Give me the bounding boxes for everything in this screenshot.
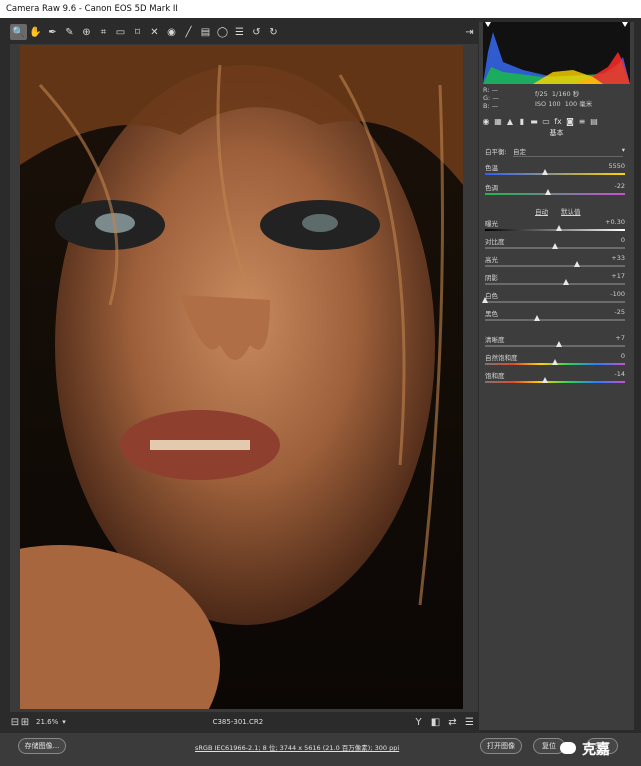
radial-filter-icon[interactable]: ◯ (214, 24, 231, 40)
adjustment-brush-icon[interactable]: ╱ (180, 24, 197, 40)
focal-length: 100 毫米 (564, 100, 593, 108)
panel-tabs: ◉ ▦ ▲ ▮ ▬ ▭ fx ◙ ≡ ▤ (481, 115, 632, 127)
wechat-logo-icon (560, 742, 576, 754)
exposure-slider[interactable] (556, 225, 563, 231)
open-panel-icon[interactable]: ⇥ (461, 24, 478, 40)
rotate-cw-icon[interactable]: ↻ (265, 24, 282, 40)
split-toning-tab-icon[interactable]: ▬ (529, 117, 539, 126)
bottom-bar: 存储图像... sRGB IEC61966-2.1; 8 位; 3744 x 5… (0, 733, 641, 766)
iso: ISO 100 (535, 100, 561, 108)
presets-tab-icon[interactable]: ≡ (577, 117, 587, 126)
snapshots-tab-icon[interactable]: ▤ (589, 117, 599, 126)
chevron-down-icon[interactable]: ▾ (622, 146, 625, 154)
status-bar: ⊟ ⊞ 21.6% ▾ C385-301.CR2 Y ◧ ⇄ ☰ (10, 713, 478, 731)
default-link[interactable]: 默认值 (561, 206, 581, 216)
shutter: 1/160 秒 (551, 90, 580, 98)
fx-tab-icon[interactable]: fx (553, 117, 563, 126)
blacks-slider[interactable] (533, 315, 540, 321)
auto-link[interactable]: 自动 (535, 206, 548, 216)
aperture: f/25 (535, 90, 548, 98)
tint-slider[interactable] (545, 189, 551, 195)
clarity-slider[interactable] (556, 341, 563, 347)
straighten-icon[interactable]: ▭ (112, 24, 129, 40)
hand-icon[interactable]: ✋ (27, 24, 44, 40)
lens-tab-icon[interactable]: ▭ (541, 117, 551, 126)
crop-icon[interactable]: ⌗ (95, 24, 112, 40)
detail-tab-icon[interactable]: ▲ (505, 117, 515, 126)
tone-curve-tab-icon[interactable]: ▦ (493, 117, 503, 126)
contrast-slider[interactable] (552, 243, 558, 249)
workflow-options-link[interactable]: sRGB IEC61966-2.1; 8 位; 3744 x 5616 (21.… (195, 742, 399, 752)
basic-tab-icon[interactable]: ◉ (481, 117, 491, 126)
filename: C385-301.CR2 (212, 718, 264, 726)
open-image-button[interactable]: 打开图像 (480, 738, 522, 754)
right-panel: R: — G: — B: — f/25 1/160 秒 ISO 100 100 … (479, 22, 634, 730)
white-balance-select[interactable]: 自定 (513, 146, 623, 157)
camera-info: R: — G: — B: — f/25 1/160 秒 ISO 100 100 … (483, 86, 593, 110)
red-eye-icon[interactable]: ◉ (163, 24, 180, 40)
graduated-filter-icon[interactable]: ▤ (197, 24, 214, 40)
highlights-slider[interactable] (574, 261, 581, 267)
watermark-text: 克嘉 (582, 742, 610, 758)
shadows-slider[interactable] (563, 279, 570, 285)
section-title: 基本 (549, 129, 564, 137)
before-after-icon[interactable]: ◧ (427, 714, 444, 730)
y-icon[interactable]: Y (410, 714, 427, 730)
swap-icon[interactable]: ⇄ (444, 714, 461, 730)
rotate-ccw-icon[interactable]: ↺ (248, 24, 265, 40)
histogram (483, 22, 630, 84)
whites-slider[interactable] (482, 297, 488, 303)
color-sampler-icon[interactable]: ✎ (61, 24, 78, 40)
temp-slider[interactable] (542, 169, 549, 175)
zoom-out-icon[interactable]: ⊟ (10, 714, 20, 730)
settings-icon[interactable]: ☰ (461, 714, 478, 730)
zoom-icon[interactable]: 🔍 (10, 24, 27, 40)
saturation-slider[interactable] (542, 377, 549, 383)
vibrance-slider[interactable] (552, 359, 558, 365)
white-balance-icon[interactable]: ✒ (44, 24, 61, 40)
transform-icon[interactable]: ⌑ (129, 24, 146, 40)
window-title: Camera Raw 9.6 - Canon EOS 5D Mark II (6, 4, 178, 14)
zoom-level[interactable]: 21.6% (36, 718, 58, 726)
hsl-tab-icon[interactable]: ▮ (517, 117, 527, 126)
spot-removal-icon[interactable]: ✕ (146, 24, 163, 40)
camera-calibration-tab-icon[interactable]: ◙ (565, 117, 575, 126)
toolbar: 🔍 ✋ ✒ ✎ ⊕ ⌗ ▭ ⌑ ✕ ◉ ╱ ▤ ◯ ☰ ↺ ↻ ⇥ (10, 22, 478, 42)
window-titlebar: Camera Raw 9.6 - Canon EOS 5D Mark II (0, 0, 641, 18)
save-image-button[interactable]: 存储图像... (18, 738, 66, 754)
preferences-icon[interactable]: ☰ (231, 24, 248, 40)
photo-preview (20, 45, 463, 709)
zoom-in-icon[interactable]: ⊞ (20, 714, 30, 730)
target-adjust-icon[interactable]: ⊕ (78, 24, 95, 40)
